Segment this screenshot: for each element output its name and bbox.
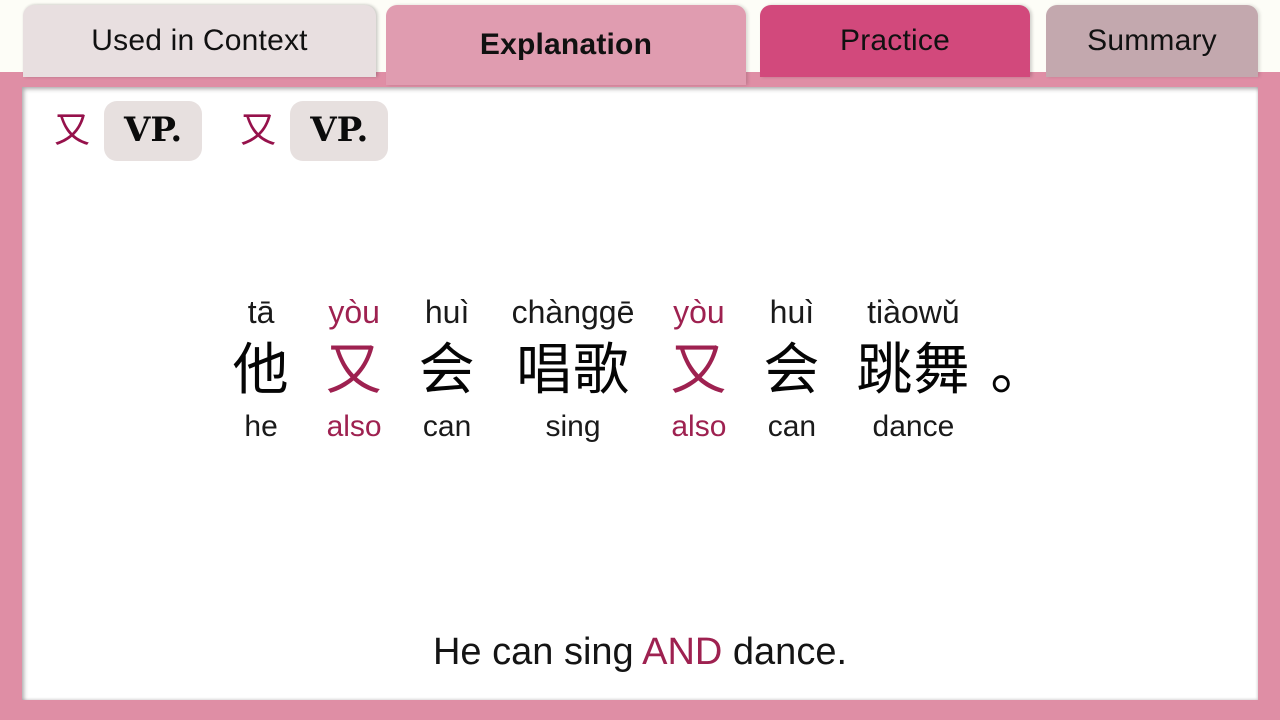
tab-summary[interactable]: Summary [1046,5,1258,77]
word-gloss: also [671,409,727,443]
word-hanzi: 会 [418,338,476,401]
word-pinyin: tā [247,294,275,330]
translation-before: He can sing [432,631,643,673]
sentence-word: tiàowǔ 跳舞 dance [838,292,988,445]
translation-after: dance. [722,631,848,673]
tab-practice-label: Practice [840,24,950,57]
tab-summary-label: Summary [1087,24,1217,57]
word-pinyin: huì [769,294,815,330]
sentence-punctuation: x 。 x [988,292,1065,445]
word-pinyin: yòu [673,294,725,330]
punct-mark: 。 [990,338,1048,401]
word-gloss: also [326,409,382,443]
tab-used-in-context[interactable]: Used in Context [23,5,376,77]
word-gloss: dance [872,409,955,443]
pattern-char-you-1: 又 [54,110,91,151]
sentence-word: tā 他 he [215,292,308,445]
english-translation: He can sing AND dance. [22,631,1258,674]
annotated-sentence: tā 他 he yòu 又 also huì 会 can chànggē 唱歌 [22,292,1258,445]
lesson-slide: Used in Context Explanation Practice Sum… [0,0,1280,720]
sentence-word: chànggē 唱歌 sing [494,292,653,445]
tab-explanation[interactable]: Explanation [386,5,746,85]
word-gloss: can [422,409,472,443]
content-frame: 又 VP. 又 VP. tā 他 he yòu 又 also huì 会 can… [0,72,1280,720]
sentence-word: yòu 又 also [652,292,745,445]
word-hanzi: 他 [232,338,290,401]
word-pinyin: huì [424,294,470,330]
word-hanzi: 又 [325,338,383,401]
word-pinyin: yòu [328,294,380,330]
word-hanzi: 又 [670,338,728,401]
word-gloss: sing [545,409,601,443]
pattern-chip-vp-2: VP. [290,101,389,161]
word-gloss: he [244,409,278,443]
word-gloss: can [767,409,817,443]
tab-practice[interactable]: Practice [760,5,1030,77]
tab-used-in-context-label: Used in Context [91,24,308,57]
word-hanzi: 跳舞 [856,338,971,401]
word-pinyin: chànggē [511,294,635,330]
word-hanzi: 会 [763,338,821,401]
sentence-word: yòu 又 also [308,292,401,445]
translation-highlight: AND [642,631,723,673]
sentence-word: huì 会 can [401,292,494,445]
word-hanzi: 唱歌 [516,338,630,401]
content-panel: 又 VP. 又 VP. tā 他 he yòu 又 also huì 会 can… [22,87,1258,700]
pattern-chip-vp-1: VP. [104,101,203,161]
sentence-word: huì 会 can [745,292,838,445]
tab-explanation-label: Explanation [479,28,653,61]
lesson-tab-bar: Used in Context Explanation Practice Sum… [0,0,1280,85]
word-pinyin: tiàowǔ [867,294,960,330]
grammar-pattern: 又 VP. 又 VP. [44,101,389,161]
pattern-char-you-2: 又 [240,110,277,151]
